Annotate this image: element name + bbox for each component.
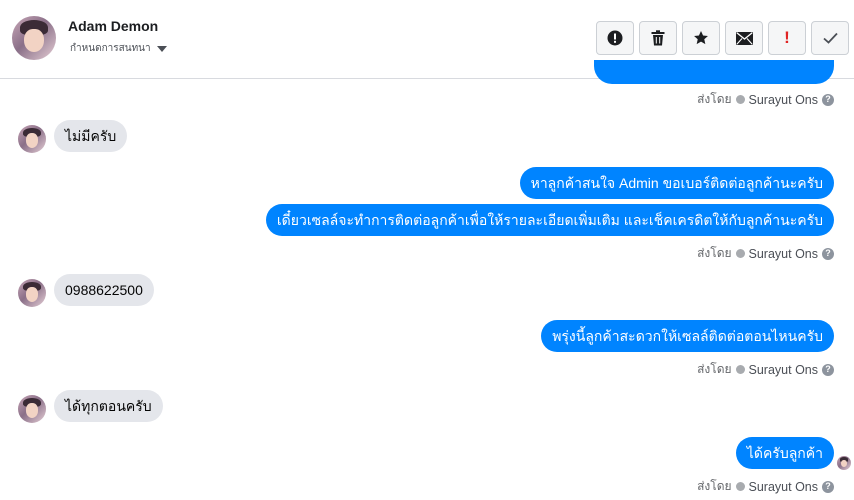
message-bubble-incoming[interactable]: ได้ทุกตอนครับ: [54, 390, 163, 422]
toolbar: !: [596, 21, 849, 55]
sender-name[interactable]: Surayut Ons: [749, 363, 818, 377]
contact-avatar[interactable]: [18, 279, 46, 307]
gear-icon: [735, 482, 745, 491]
sent-by-label: ส่งโดย: [697, 362, 732, 376]
delete-button[interactable]: [639, 21, 677, 55]
message-bubble-outgoing-partial: [594, 60, 834, 84]
sent-by-row: ส่งโดย Surayut Ons ?: [697, 244, 834, 263]
alert-button[interactable]: [596, 21, 634, 55]
sender-name[interactable]: Surayut Ons: [749, 93, 818, 107]
contact-name[interactable]: Adam Demon: [68, 18, 158, 34]
email-button[interactable]: [725, 21, 763, 55]
star-button[interactable]: [682, 21, 720, 55]
alert-circle-icon: [607, 30, 623, 46]
seen-avatar: [837, 456, 851, 470]
star-icon: [694, 31, 708, 45]
message-bubble-outgoing[interactable]: พรุ่งนี้ลูกค้าสะดวกให้เซลล์ติดต่อตอนไหนค…: [541, 320, 834, 352]
message-bubble-outgoing[interactable]: เดี๋ยวเซลล์จะทำการติดต่อลูกค้าเพื่อให้รา…: [265, 204, 834, 236]
sent-by-row: ส่งโดย Surayut Ons ?: [697, 477, 834, 496]
info-icon[interactable]: ?: [822, 363, 834, 376]
caret-down-icon: [156, 45, 167, 52]
sent-by-label: ส่งโดย: [697, 479, 732, 493]
conversation-status-label: กำหนดการสนทนา: [70, 43, 151, 54]
mark-important-button[interactable]: !: [768, 21, 806, 55]
trash-icon: [651, 30, 665, 46]
message-bubble-outgoing[interactable]: หาลูกค้าสนใจ Admin ขอเบอร์ติดต่อลูกค้านะ…: [519, 167, 834, 199]
sent-by-label: ส่งโดย: [697, 92, 732, 106]
gear-icon: [735, 249, 745, 258]
message-bubble-outgoing[interactable]: ได้ครับลูกค้า: [735, 437, 834, 469]
info-icon[interactable]: ?: [822, 480, 834, 493]
exclamation-icon: !: [784, 28, 790, 47]
info-icon[interactable]: ?: [822, 93, 834, 106]
contact-avatar[interactable]: [18, 125, 46, 153]
check-icon: [822, 32, 838, 44]
gear-icon: [735, 95, 745, 104]
user-avatar-icon[interactable]: [12, 16, 56, 60]
message-bubble-incoming[interactable]: 0988622500: [54, 274, 154, 306]
sent-by-label: ส่งโดย: [697, 246, 732, 260]
envelope-icon: [735, 31, 753, 45]
gear-icon: [735, 365, 745, 374]
contact-avatar[interactable]: [18, 395, 46, 423]
conversation-status-dropdown[interactable]: กำหนดการสนทนา: [70, 41, 167, 56]
info-icon[interactable]: ?: [822, 247, 834, 260]
sender-name[interactable]: Surayut Ons: [749, 247, 818, 261]
sent-by-row: ส่งโดย Surayut Ons ?: [697, 90, 834, 109]
message-bubble-incoming[interactable]: ไม่มีครับ: [54, 120, 128, 152]
mark-done-button[interactable]: [811, 21, 849, 55]
sent-by-row: ส่งโดย Surayut Ons ?: [697, 360, 834, 379]
sender-name[interactable]: Surayut Ons: [749, 480, 818, 494]
